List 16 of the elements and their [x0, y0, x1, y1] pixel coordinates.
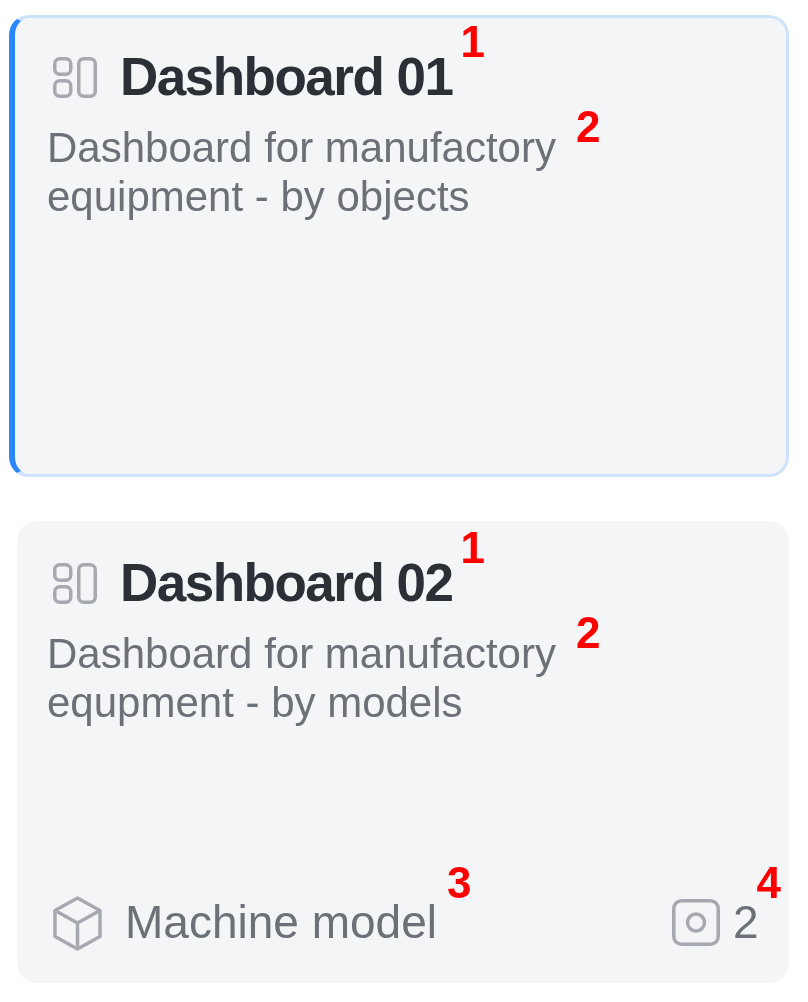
layout-icon — [53, 57, 97, 98]
card-title: Dashboard 01 — [120, 50, 453, 103]
callout-number: 2 — [576, 105, 601, 149]
cube-icon — [53, 896, 102, 951]
object-count: 2 — [732, 899, 759, 945]
card-description: Dashboard for manufactory equipment - by objects — [47, 123, 557, 221]
callout-number: 3 — [446, 861, 472, 905]
card-description: Dashboard for manufactory equpment - by models — [47, 629, 557, 727]
callout-number: 4 — [756, 861, 781, 905]
callout-number: 2 — [576, 611, 601, 655]
callout-number: 1 — [460, 20, 485, 64]
card-title: Dashboard 02 — [120, 556, 453, 609]
layout-icon — [53, 563, 97, 604]
category-label: Machine model — [125, 899, 437, 945]
callout-number: 1 — [460, 526, 485, 570]
circle-in-square-icon — [671, 899, 720, 946]
